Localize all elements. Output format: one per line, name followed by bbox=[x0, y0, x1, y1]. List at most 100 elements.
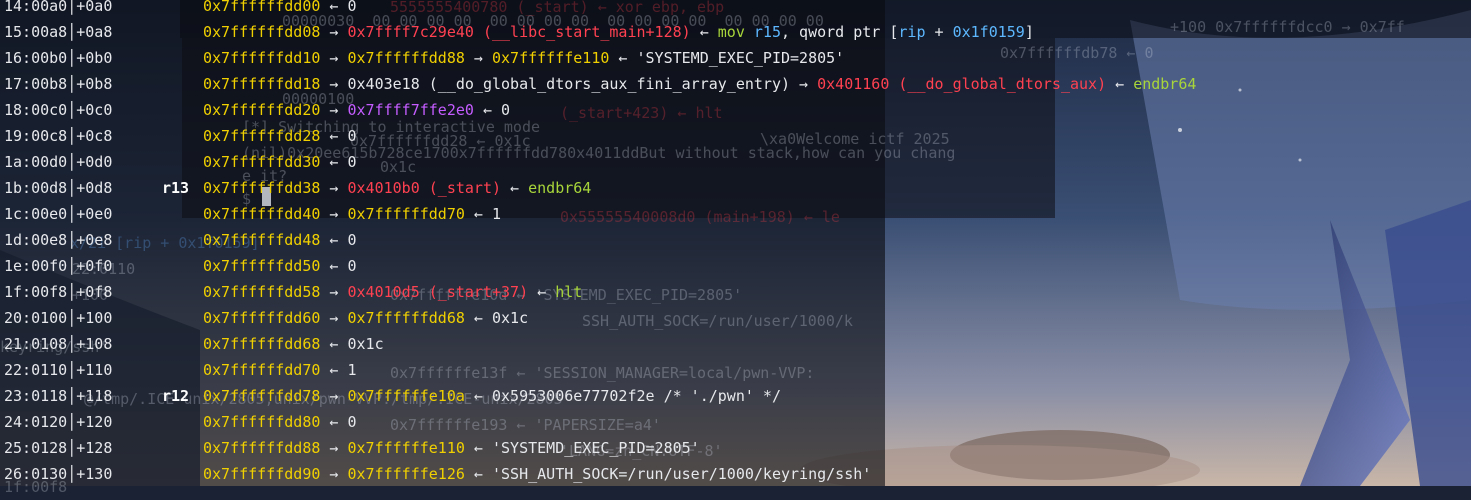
stack-value-part: 0x7ffffffdd48 bbox=[203, 231, 321, 249]
stack-value-part: → bbox=[320, 179, 348, 197]
stack-value: 0x7ffffffdd80 ← 0 bbox=[203, 409, 357, 435]
stack-value-part: 0x7ffffffdd60 bbox=[203, 309, 321, 327]
stack-value-part: 0x4010b0 (_start) bbox=[347, 179, 502, 197]
stack-value: 0x7ffffffdd50 ← 0 bbox=[203, 253, 357, 279]
stack-value-part: 0x7ffffffdd78 bbox=[203, 387, 321, 405]
stack-value-part: ← 1 bbox=[464, 205, 502, 223]
stack-value: 0x7ffffffdd58 → 0x4010d5 (_start+37) ← h… bbox=[203, 279, 582, 305]
stack-offset: 22:0110│+110 bbox=[4, 361, 113, 379]
stack-value-part: 0x7ffffffe110 bbox=[492, 49, 610, 67]
stack-value-part: ← 0 bbox=[320, 153, 357, 171]
stack-value-part: 0x7ffffffe126 bbox=[347, 465, 465, 483]
stack-offset: 14:00a0│+0a0 bbox=[4, 0, 113, 15]
stack-value-part: 0x7ffffffdd10 bbox=[203, 49, 321, 67]
stack-value: 0x7ffffffdd60 → 0x7ffffffdd68 ← 0x1c bbox=[203, 305, 528, 331]
stack-value-part: ← 0 bbox=[473, 101, 511, 119]
stack-value-part: ← 'SSH_AUTH_SOCK=/run/user/1000/keyring/… bbox=[464, 465, 872, 483]
stack-value-part: → bbox=[320, 205, 348, 223]
stack-value-part: ← 'SYSTEMD_EXEC_PID=2805' bbox=[464, 439, 700, 457]
stack-offset: 18:00c0│+0c0 bbox=[4, 101, 113, 119]
bg-gdb-ssh: SSH_AUTH_SOCK=/run/user/1000/k bbox=[582, 312, 853, 330]
stack-value: 0x7ffffffdd28 ← 0 bbox=[203, 123, 357, 149]
stack-value-part: ← bbox=[501, 179, 529, 197]
stack-value-part: → bbox=[320, 439, 348, 457]
stack-value-part: ← 1 bbox=[320, 361, 357, 379]
stack-value-part: 0x401160 (__do_global_dtors_aux) bbox=[817, 75, 1107, 93]
stack-value-part: 0x7ffffffdd68 bbox=[203, 335, 321, 353]
stack-value-part: 0x7ffffffdd50 bbox=[203, 257, 321, 275]
stack-offset: 19:00c8│+0c8 bbox=[4, 127, 113, 145]
stack-value-part: mov bbox=[717, 23, 745, 41]
stack-value-part: 0x7ffffffdd70 bbox=[203, 361, 321, 379]
stack-value-part: r15 bbox=[744, 23, 781, 41]
stack-value-part: 0x7ffff7c29e40 (__libc_start_main+128) bbox=[347, 23, 691, 41]
stack-value-part: endbr64 bbox=[528, 179, 592, 197]
stack-value-part: 0x7ffffffdd80 bbox=[203, 413, 321, 431]
stack-offset: 17:00b8│+0b8 bbox=[4, 75, 113, 93]
stack-value-part: 0x7ffffffdd20 bbox=[203, 101, 321, 119]
stack-value-part: 0x7ffffffdd88 bbox=[347, 49, 465, 67]
stack-value-part: , qword ptr [ bbox=[780, 23, 899, 41]
stack-value-part: 0x7ffffffdd40 bbox=[203, 205, 321, 223]
stack-value-part: endbr64 bbox=[1133, 75, 1197, 93]
stack-offset: 25:0128│+128 bbox=[4, 439, 113, 457]
stack-offset: 1c:00e0│+0e0 bbox=[4, 205, 113, 223]
stack-value-part: 0x7ffffffdd88 bbox=[203, 439, 321, 457]
stack-offset: 15:00a8│+0a8 bbox=[4, 23, 113, 41]
stack-value-part: 0x7ffff7ffe2e0 bbox=[347, 101, 474, 119]
stack-offset: 20:0100│+100 bbox=[4, 309, 113, 327]
stack-value-part: 0x7ffffffdd58 bbox=[203, 283, 321, 301]
stack-value-part: ] bbox=[1024, 23, 1034, 41]
stack-value-part: → bbox=[320, 23, 348, 41]
stack-value-part: ← bbox=[528, 283, 556, 301]
stack-value-part: 0x7ffffffdd08 bbox=[203, 23, 321, 41]
stack-value-part: → 0x403e18 (__do_global_dtors_aux_fini_a… bbox=[320, 75, 818, 93]
stack-value-part: ← 0 bbox=[320, 231, 357, 249]
stack-value-part: → bbox=[320, 465, 348, 483]
bg-gdb-main: 0x55555540008d0 (main+198) ← le bbox=[560, 208, 840, 226]
stack-value-part: → bbox=[320, 49, 348, 67]
stack-offset: 1e:00f0│+0f0 bbox=[4, 257, 113, 275]
stack-offset: 1f:00f8│+0f8 bbox=[4, 283, 113, 301]
stack-value-part: ← 0x1c bbox=[464, 309, 529, 327]
stack-value-part: → bbox=[320, 387, 348, 405]
stack-value: 0x7ffffffdd90 → 0x7ffffffe126 ← 'SSH_AUT… bbox=[203, 461, 871, 487]
stack-value-part: 0x4010d5 (_start+37) bbox=[347, 283, 529, 301]
stack-value-part: ← 0 bbox=[320, 0, 357, 15]
stack-value: 0x7ffffffdd10 → 0x7ffffffdd88 → 0x7fffff… bbox=[203, 45, 844, 71]
stack-value: 0x7ffffffdd38 → 0x4010b0 (_start) ← endb… bbox=[203, 175, 591, 201]
stack-value-part: → bbox=[464, 49, 492, 67]
bg-right-stack: +100 0x7ffffffdcc0 → 0x7ff bbox=[1170, 18, 1405, 36]
stack-value: 0x7ffffffdd78 → 0x7ffffffe10a ← 0x595300… bbox=[203, 383, 781, 409]
stack-value-part: 0x7ffffffdd38 bbox=[203, 179, 321, 197]
stack-value-part: ← 0x1c bbox=[320, 335, 384, 353]
stack-value-part: → bbox=[320, 309, 348, 327]
bg-gdb-hlt: (_start+423) ← hlt bbox=[560, 104, 723, 122]
stack-value-part: ← 0 bbox=[320, 257, 357, 275]
stack-value-part: 0x7ffffffdd70 bbox=[347, 205, 465, 223]
stack-offset: 23:0118│+118 bbox=[4, 387, 113, 405]
register-label: r12 bbox=[162, 387, 190, 405]
stack-value-part: ← 0x5953006e77702f2e /* './pwn' */ bbox=[464, 387, 781, 405]
stack-value: 0x7ffffffdd08 → 0x7ffff7c29e40 (__libc_s… bbox=[203, 19, 1034, 45]
stack-value-part: + bbox=[925, 23, 953, 41]
bg-welcome: \xa0Welcome ictf 2025 bbox=[760, 130, 950, 148]
stack-value: 0x7ffffffdd20 → 0x7ffff7ffe2e0 ← 0 bbox=[203, 97, 510, 123]
stack-offset: 1a:00d0│+0d0 bbox=[4, 153, 113, 171]
stack-value-part: ← 'SYSTEMD_EXEC_PID=2805' bbox=[609, 49, 845, 67]
stack-value: 0x7ffffffdd00 ← 0 bbox=[203, 0, 357, 19]
stack-offset: 21:0108│+108 bbox=[4, 335, 113, 353]
stack-value-part: 0x1f0159 bbox=[952, 23, 1025, 41]
stack-offset: 16:00b0│+0b0 bbox=[4, 49, 113, 67]
stack-value-part: ← 0 bbox=[320, 127, 357, 145]
stack-value-part: hlt bbox=[555, 283, 583, 301]
bg-gdb-start: 5555555400780 (_start) ← xor ebp, ebp bbox=[390, 0, 725, 16]
bg-gdb-line-b: 0x7ffffffdd28 ← 0x1c bbox=[350, 132, 531, 150]
stack-offset: 24:0120│+120 bbox=[4, 413, 113, 431]
stack-value: 0x7ffffffdd48 ← 0 bbox=[203, 227, 357, 253]
stack-value-part: 0x7ffffffdd18 bbox=[203, 75, 321, 93]
stack-value-part: ← 0 bbox=[320, 413, 357, 431]
stack-value: 0x7ffffffdd30 ← 0 bbox=[203, 149, 357, 175]
stack-offset: 26:0130│+130 bbox=[4, 465, 113, 483]
stack-offset: 1d:00e8│+0e8 bbox=[4, 231, 113, 249]
